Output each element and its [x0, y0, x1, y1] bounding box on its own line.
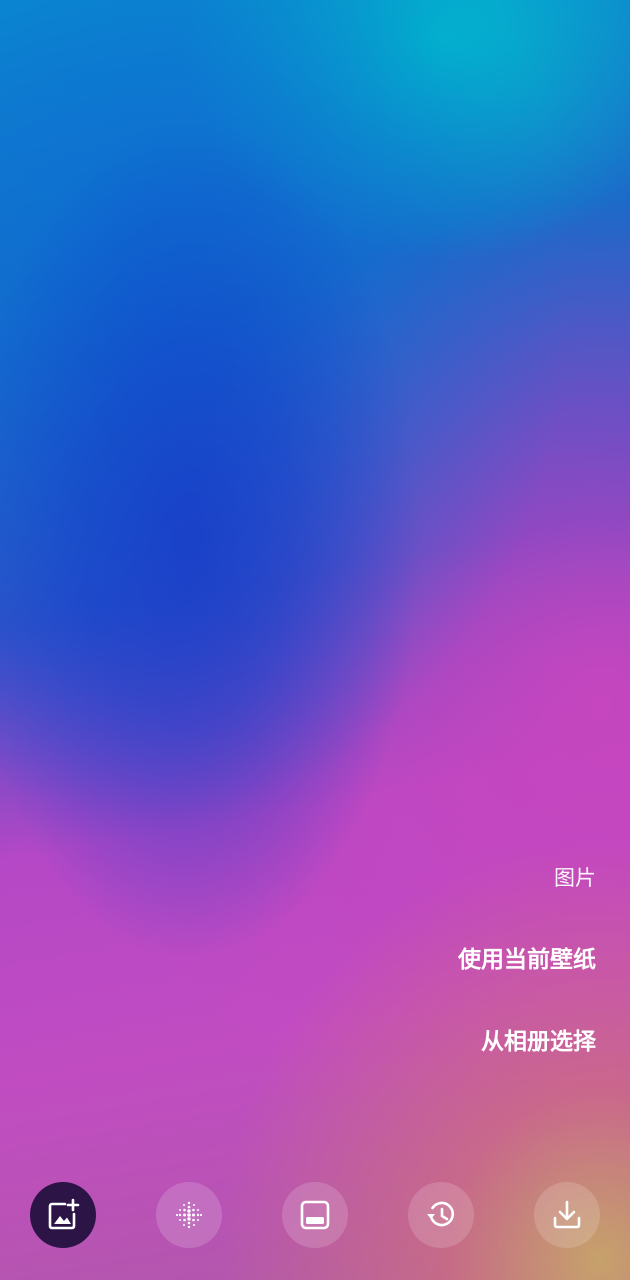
history-button[interactable] — [408, 1182, 474, 1248]
use-current-wallpaper-option[interactable]: 使用当前壁纸 — [296, 940, 596, 980]
lock-screen-panel-icon — [300, 1200, 330, 1230]
menu-title: 图片 — [554, 866, 596, 890]
choose-from-album-option[interactable]: 从相册选择 — [296, 1022, 596, 1062]
history-icon — [427, 1201, 454, 1227]
download-icon — [553, 1200, 581, 1229]
dot-pattern-button[interactable] — [156, 1182, 222, 1248]
bottom-toolbar — [30, 1182, 600, 1248]
lock-screen-button[interactable] — [282, 1182, 348, 1248]
add-image-button[interactable] — [30, 1182, 96, 1248]
add-image-icon — [48, 1198, 80, 1230]
wallpaper-preview — [0, 0, 630, 1280]
image-source-menu: 图片 使用当前壁纸 从相册选择 — [296, 858, 596, 1062]
dot-grid-icon — [175, 1201, 203, 1229]
download-button[interactable] — [534, 1182, 600, 1248]
